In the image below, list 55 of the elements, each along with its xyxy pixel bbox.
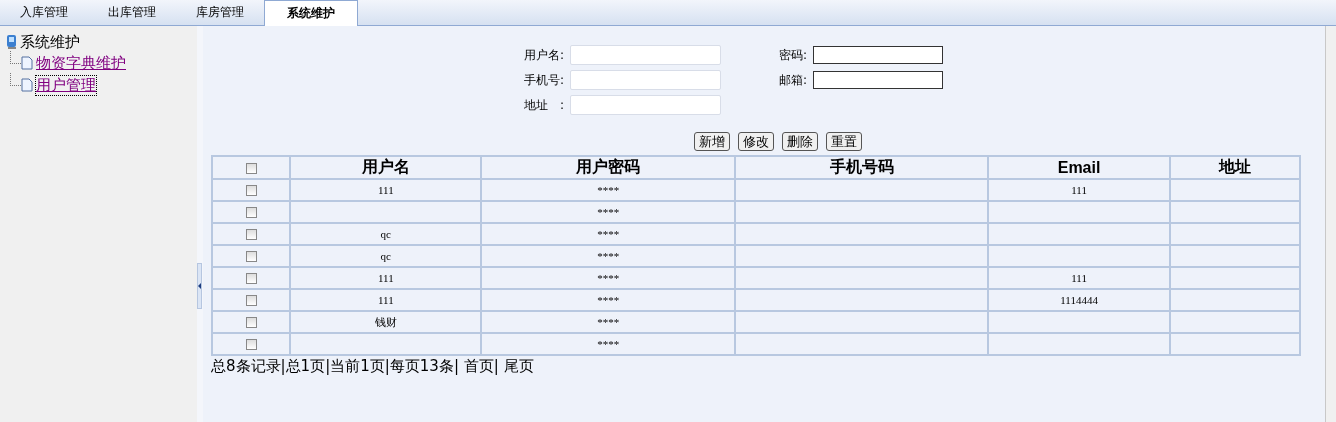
column-header: 用户名: [291, 157, 481, 178]
table-cell: ****: [597, 338, 620, 350]
tab[interactable]: 库房管理: [176, 0, 264, 25]
collapse-handle[interactable]: [197, 263, 202, 309]
column-header: 手机号码: [735, 157, 988, 178]
table-cell: ****: [597, 206, 620, 218]
page-icon: [21, 56, 33, 70]
field-label: 密码:: [777, 46, 808, 64]
checkbox[interactable]: [245, 207, 257, 219]
column-header: 用户密码: [482, 157, 734, 178]
tab[interactable]: 系统维护: [264, 0, 358, 26]
checkbox[interactable]: [245, 295, 257, 307]
table-cell: ****: [597, 184, 620, 196]
tree-root-label: 系统维护: [20, 32, 80, 52]
table-cell: qc: [380, 228, 391, 240]
column-header: Email: [989, 157, 1169, 178]
table-cell: ****: [597, 228, 620, 240]
field-label: 地址 :: [522, 96, 565, 114]
tree-link[interactable]: 用户管理: [36, 75, 96, 95]
table-cell: 111: [1071, 184, 1087, 196]
checkbox[interactable]: [245, 229, 257, 241]
checkbox[interactable]: [245, 339, 257, 351]
pager-text: 总8条记录|总1页|当前1页|每页13条| 首页| 尾页: [211, 357, 534, 376]
scrollbar[interactable]: [1325, 26, 1336, 422]
table-cell: 钱财: [374, 315, 397, 328]
computer-icon: [6, 34, 18, 50]
action-button[interactable]: 新增: [694, 132, 730, 151]
table-cell: qc: [380, 250, 391, 262]
checkbox[interactable]: [245, 317, 257, 329]
checkbox[interactable]: [245, 185, 257, 197]
checkbox[interactable]: [245, 273, 257, 285]
tree-link[interactable]: 物资字典维护: [36, 53, 126, 73]
field-label: 用户名:: [522, 46, 565, 64]
table-cell: ****: [597, 316, 620, 328]
input-field[interactable]: [813, 71, 943, 89]
table-cell: 111: [377, 294, 394, 306]
action-button[interactable]: 重置: [826, 132, 862, 151]
table-cell: 111: [377, 184, 394, 196]
field-label: 手机号:: [522, 71, 565, 89]
action-button[interactable]: 删除: [782, 132, 818, 151]
input-field[interactable]: [813, 46, 943, 64]
table-cell: 111: [377, 272, 394, 284]
checkbox[interactable]: [245, 251, 257, 263]
table-cell: 111: [1071, 272, 1087, 284]
tab[interactable]: 入库管理: [0, 0, 88, 25]
tab[interactable]: 出库管理: [88, 0, 176, 25]
table-cell: 1114444: [1060, 294, 1098, 306]
action-button[interactable]: 修改: [738, 132, 774, 151]
table-cell: ****: [597, 294, 620, 306]
field-label: 邮箱:: [777, 71, 808, 89]
table-cell: ****: [597, 250, 620, 262]
checkbox[interactable]: [245, 163, 257, 174]
page-icon: [21, 78, 33, 92]
table-cell: ****: [597, 272, 620, 284]
column-header: 地址: [1170, 157, 1299, 178]
